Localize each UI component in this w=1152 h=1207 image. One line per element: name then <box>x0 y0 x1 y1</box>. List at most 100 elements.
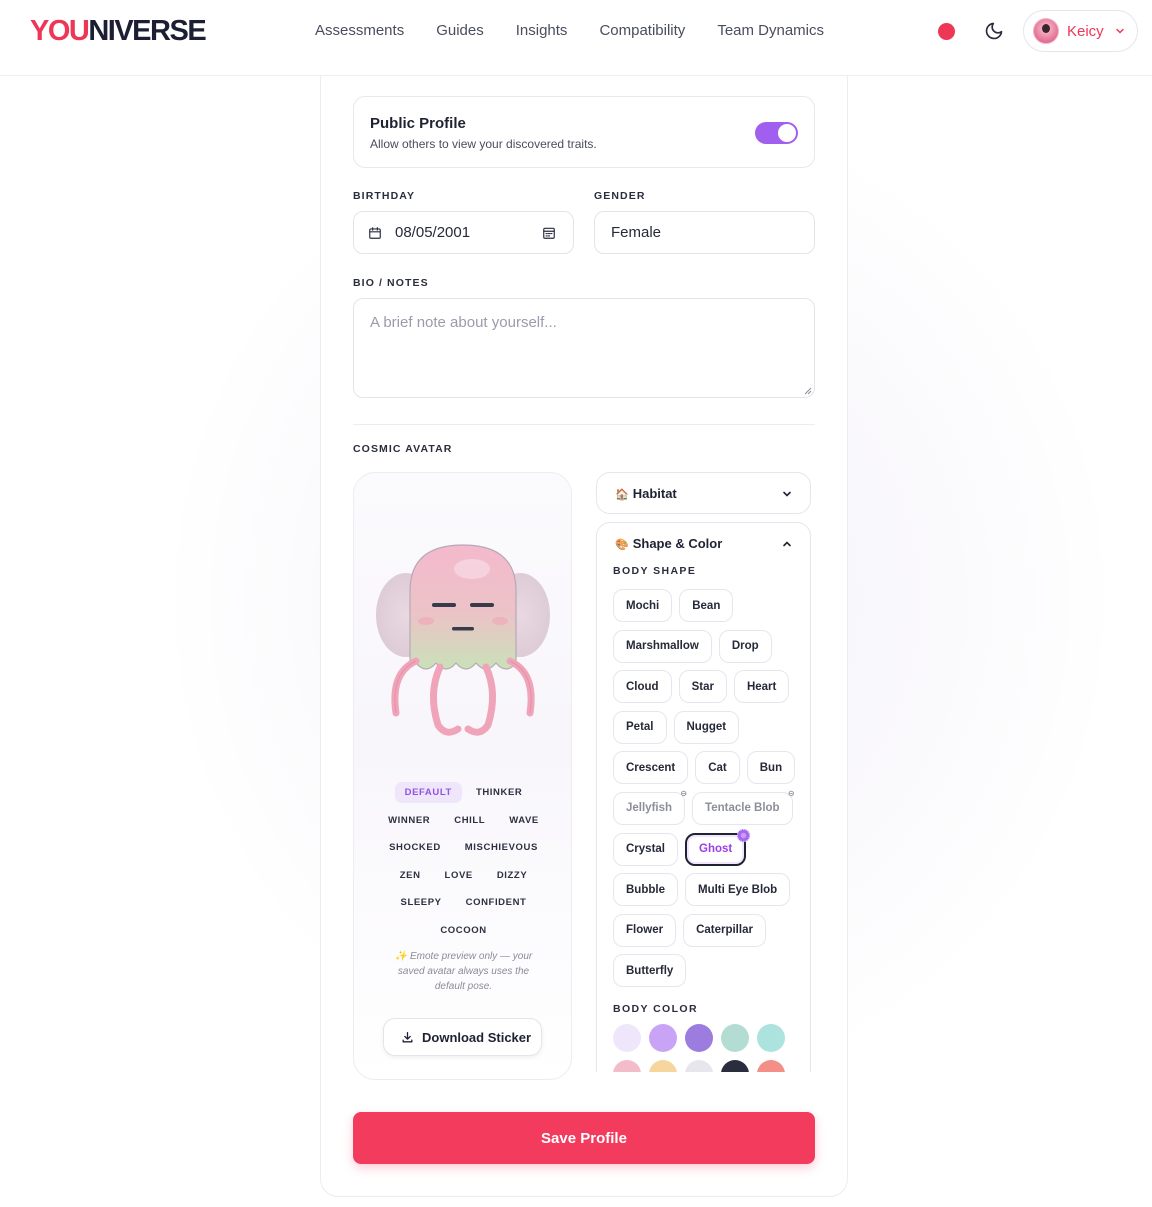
emote-shocked[interactable]: SHOCKED <box>379 837 451 858</box>
avatar <box>1033 18 1059 44</box>
bio-textarea[interactable]: A brief note about yourself... <box>353 298 815 398</box>
shape-cat[interactable]: Cat <box>695 751 740 785</box>
emote-mischievous[interactable]: MISCHIEVOUS <box>455 837 548 858</box>
download-sticker-label: Download Sticker <box>422 1030 532 1045</box>
date-picker-icon[interactable] <box>542 226 556 240</box>
lock-icon: ⊖ <box>787 788 795 798</box>
gender-value: Female <box>611 224 662 241</box>
shape-crescent[interactable]: Crescent <box>613 751 689 785</box>
dark-mode-moon-icon[interactable] <box>984 21 1004 41</box>
user-menu-button[interactable]: Keicy <box>1023 10 1138 52</box>
shape-nugget[interactable]: Nugget <box>673 710 740 744</box>
color-swatch[interactable] <box>757 1024 785 1052</box>
gender-field[interactable]: Female <box>594 211 815 254</box>
habitat-title: 🏠 Habitat <box>615 486 677 501</box>
bio-label: BIO / NOTES <box>353 277 429 289</box>
emote-preview-note: ✨ Emote preview only — your saved avatar… <box>394 951 533 992</box>
section-divider <box>353 424 815 425</box>
emote-chill[interactable]: CHILL <box>444 810 495 831</box>
bio-placeholder: A brief note about yourself... <box>370 314 557 331</box>
emote-confident[interactable]: CONFIDENT <box>456 892 537 913</box>
color-swatch[interactable] <box>685 1024 713 1052</box>
shape-bubble[interactable]: Bubble <box>613 873 678 907</box>
shape-crystal[interactable]: Crystal <box>613 832 678 866</box>
color-swatch[interactable] <box>649 1024 677 1052</box>
emote-sleepy[interactable]: SLEEPY <box>391 892 452 913</box>
cosmic-avatar-label: COSMIC AVATAR <box>353 443 453 455</box>
user-name: Keicy <box>1067 23 1104 40</box>
avatar-preview-panel: DEFAULT THINKER WINNER CHILL WAVE SHOCKE… <box>353 472 572 1080</box>
resize-handle-icon[interactable] <box>804 387 812 395</box>
shape-color-accordion: 🎨 Shape & Color BODY SHAPE Mochi Bean Mar… <box>596 522 811 1072</box>
emote-winner[interactable]: WINNER <box>378 810 440 831</box>
body-color-label: BODY COLOR <box>613 1003 698 1015</box>
download-icon <box>402 1031 413 1043</box>
chevron-up-icon[interactable] <box>781 538 793 550</box>
color-swatch[interactable] <box>721 1024 749 1052</box>
download-sticker-button[interactable]: Download Sticker <box>383 1018 542 1056</box>
color-swatch[interactable] <box>649 1060 677 1072</box>
chevron-down-icon <box>1116 28 1124 34</box>
shape-marshmallow[interactable]: Marshmallow <box>613 629 712 663</box>
shape-jellyfish[interactable]: Jellyfish ⊖ <box>613 788 688 825</box>
color-swatch[interactable] <box>613 1024 641 1052</box>
nav-insights[interactable]: Insights <box>516 22 568 39</box>
nav-team-dynamics[interactable]: Team Dynamics <box>717 22 824 39</box>
shape-ghost[interactable]: Ghost <box>685 828 751 866</box>
habitat-accordion[interactable]: 🏠 Habitat <box>596 472 811 514</box>
shape-butterfly[interactable]: Butterfly <box>613 954 687 988</box>
color-swatch[interactable] <box>721 1060 749 1072</box>
nav-assessments[interactable]: Assessments <box>315 22 404 39</box>
record-indicator-icon[interactable] <box>938 23 955 40</box>
emote-cocoon[interactable]: COCOON <box>430 920 496 941</box>
calendar-icon <box>369 227 381 239</box>
jellyfish-avatar-illustration <box>376 544 550 736</box>
save-profile-button[interactable]: Save Profile <box>353 1112 815 1164</box>
birthday-value: 08/05/2001 <box>395 224 471 241</box>
body-shape-options: Mochi Bean Marshmallow Drop Cloud Star H… <box>613 589 803 995</box>
house-icon: 🏠 <box>615 489 629 501</box>
emote-default[interactable]: DEFAULT <box>394 782 462 804</box>
toggle-knob <box>778 124 796 142</box>
lock-icon: ⊖ <box>680 788 688 798</box>
selected-badge-icon <box>737 828 751 842</box>
shape-bun[interactable]: Bun <box>746 751 796 785</box>
body-shape-label: BODY SHAPE <box>613 565 697 577</box>
emote-thinker[interactable]: THINKER <box>466 782 532 803</box>
public-profile-description: Allow others to view your discovered tra… <box>370 137 597 151</box>
nav-compatibility[interactable]: Compatibility <box>599 22 685 39</box>
shape-flower[interactable]: Flower <box>613 913 677 947</box>
main-nav: Assessments Guides Insights Compatibilit… <box>315 22 824 39</box>
shape-drop[interactable]: Drop <box>718 629 772 663</box>
shape-mochi[interactable]: Mochi <box>613 589 673 622</box>
emote-zen[interactable]: ZEN <box>390 865 431 886</box>
birthday-field[interactable]: 08/05/2001 <box>353 211 574 254</box>
public-profile-panel: Public Profile Allow others to view your… <box>353 96 815 168</box>
shape-cloud[interactable]: Cloud <box>613 670 672 704</box>
palette-icon: 🎨 <box>615 539 629 551</box>
shape-color-title[interactable]: 🎨 Shape & Color <box>615 536 722 551</box>
emote-list: DEFAULT THINKER WINNER CHILL WAVE SHOCKE… <box>354 779 573 944</box>
emote-love[interactable]: LOVE <box>435 865 483 886</box>
shape-multi-eye-blob[interactable]: Multi Eye Blob <box>684 873 791 907</box>
color-swatch[interactable] <box>613 1060 641 1072</box>
birthday-label: BIRTHDAY <box>353 190 416 202</box>
color-swatch[interactable] <box>685 1060 713 1072</box>
emote-dizzy[interactable]: DIZZY <box>487 865 537 886</box>
emote-wave[interactable]: WAVE <box>499 810 549 831</box>
chevron-down-icon <box>783 491 791 497</box>
body-color-swatches <box>613 1024 803 1072</box>
shape-heart[interactable]: Heart <box>733 670 790 704</box>
shape-caterpillar[interactable]: Caterpillar <box>683 913 766 947</box>
public-profile-toggle[interactable] <box>755 122 798 144</box>
shape-petal[interactable]: Petal <box>613 710 667 744</box>
shape-tentacle-blob[interactable]: Tentacle Blob ⊖ <box>692 788 795 825</box>
shape-bean[interactable]: Bean <box>679 589 734 622</box>
logo[interactable]: YOUNIVERSE <box>30 15 207 48</box>
public-profile-title: Public Profile <box>370 115 466 132</box>
nav-guides[interactable]: Guides <box>436 22 484 39</box>
top-navigation-bar: YOUNIVERSE Assessments Guides Insights C… <box>0 0 1152 76</box>
shape-star[interactable]: Star <box>678 670 727 704</box>
gender-label: GENDER <box>594 190 646 202</box>
color-swatch[interactable] <box>757 1060 785 1072</box>
